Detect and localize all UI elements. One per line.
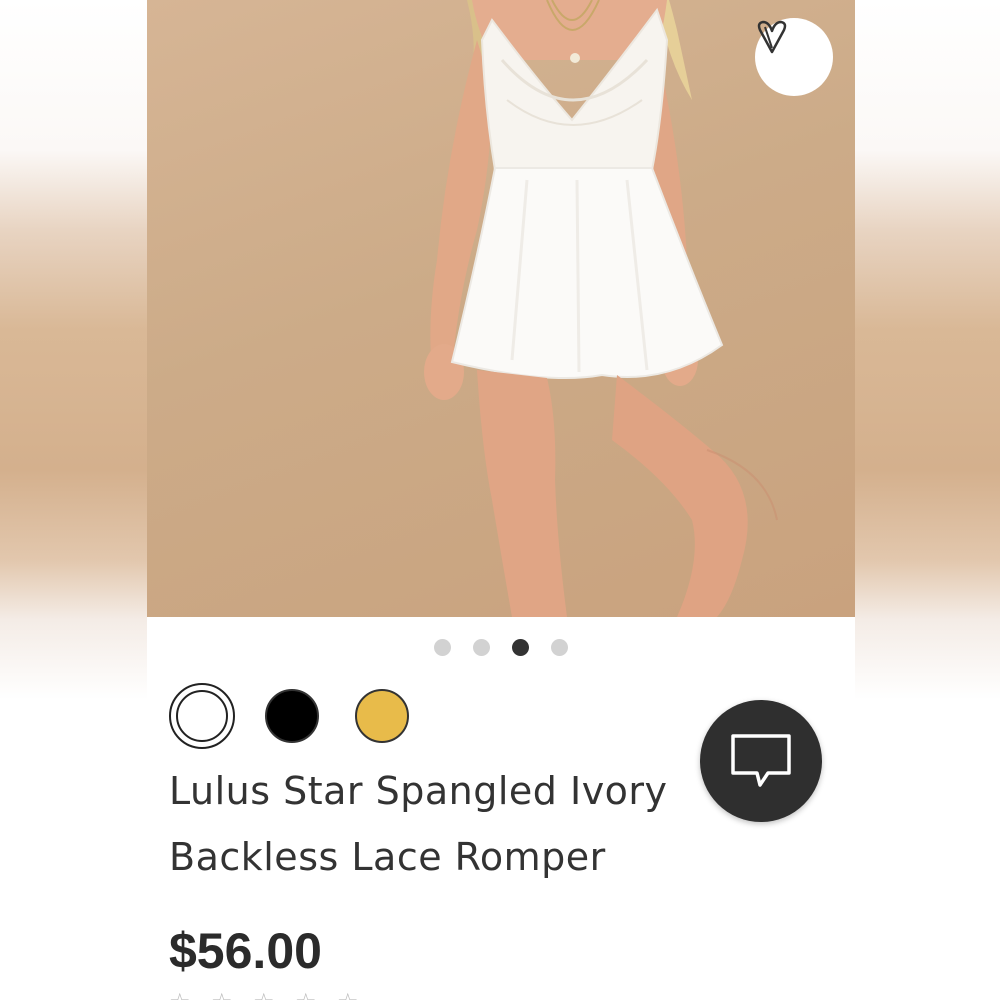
carousel-dot-4[interactable] [551,638,568,656]
star-icon: ☆ [169,990,193,1000]
star-icon: ☆ [337,990,361,1000]
right-background-blur [855,0,1000,1000]
product-screen: Lulus Star Spangled Ivory Backless Lace … [147,0,855,1000]
star-icon: ☆ [211,990,235,1000]
product-title-line2: Backless Lace Romper [169,835,606,879]
product-title: Lulus Star Spangled Ivory Backless Lace … [169,758,709,890]
star-icon: ☆ [253,990,277,1000]
ivory-swatch [176,690,228,742]
star-icon: ☆ [295,990,319,1000]
left-background-blur [0,0,147,1000]
color-swatches [169,683,445,749]
heart-icon [757,20,787,54]
product-price: $56.00 [169,923,322,979]
carousel-dot-3-active[interactable] [512,638,529,656]
carousel-indicator [147,637,855,657]
model-illustration [424,0,778,617]
color-swatch-mustard[interactable] [355,689,409,743]
color-swatch-black[interactable] [265,689,319,743]
chat-bubble-icon [731,734,791,787]
product-title-line1: Lulus Star Spangled Ivory [169,769,668,813]
chat-button[interactable] [700,700,822,822]
color-swatch-ivory-selected[interactable] [169,683,235,749]
carousel-dot-2[interactable] [473,638,490,656]
rating-stars: ☆ ☆ ☆ ☆ ☆ [169,990,361,1000]
carousel-dot-1[interactable] [434,638,451,656]
product-image[interactable] [147,0,855,617]
like-button[interactable] [755,18,833,96]
